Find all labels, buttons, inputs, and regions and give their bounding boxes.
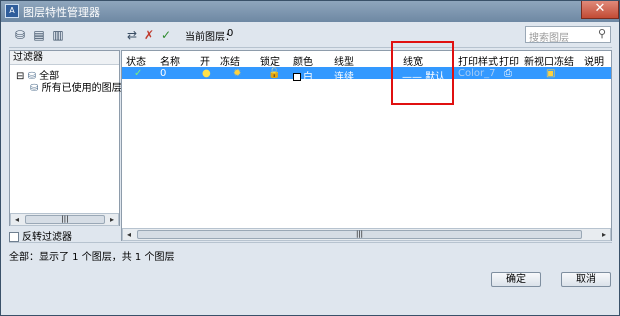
new-layer-icon[interactable]: ⇄ bbox=[123, 27, 141, 43]
sun-thawed-icon[interactable]: ✹ bbox=[233, 68, 241, 79]
column-header-plot[interactable]: 打印 bbox=[499, 53, 519, 68]
title-bar[interactable]: A 图层特性管理器 ✕ bbox=[1, 1, 619, 22]
column-header-name[interactable]: 名称 bbox=[160, 53, 180, 68]
scroll-left-icon[interactable]: ◂ bbox=[11, 214, 23, 225]
filter-header: 过滤器 bbox=[10, 51, 119, 65]
lightbulb-on-icon[interactable]: ● bbox=[202, 68, 211, 79]
layer-properties-window: A 图层特性管理器 ✕ ⛁ ▤ ▥ ⇄ ✗ ✓ 当前图层： 0 搜索图层 ⚲ 过… bbox=[0, 0, 620, 316]
filter-icon: ⛁ bbox=[30, 83, 39, 94]
invert-filter-checkbox[interactable]: 反转过滤器 bbox=[9, 228, 72, 243]
status-text: 全部：显示了 1 个图层，共 1 个图层 bbox=[9, 252, 175, 263]
scroll-thumb[interactable]: ||| bbox=[137, 230, 582, 239]
current-layer-value: 0 bbox=[227, 28, 234, 39]
toolbar-divider bbox=[9, 47, 612, 48]
delete-layer-icon[interactable]: ✗ bbox=[140, 27, 158, 43]
column-header-status[interactable]: 状态 bbox=[126, 53, 146, 68]
layer-name[interactable]: 0 bbox=[160, 68, 166, 79]
checkbox-icon[interactable] bbox=[9, 232, 19, 242]
set-current-icon[interactable]: ✓ bbox=[157, 27, 175, 43]
plot-style-value: Color_7 bbox=[458, 68, 496, 79]
column-header-linetype[interactable]: 线型 bbox=[334, 53, 354, 68]
filter-tree-panel: 过滤器 ⊟ ⛁ 全部 ⛁ 所有已使用的图层 ◂ ||| ▸ bbox=[9, 50, 122, 226]
scroll-left-icon[interactable]: ◂ bbox=[123, 229, 135, 240]
column-header-plot-style[interactable]: 打印样式 bbox=[458, 53, 498, 68]
color-name: 白 bbox=[303, 72, 313, 83]
ok-button[interactable]: 确定 bbox=[491, 272, 541, 287]
column-header-on[interactable]: 开 bbox=[200, 53, 210, 68]
scroll-right-icon[interactable]: ▸ bbox=[106, 214, 118, 225]
column-header-lock[interactable]: 锁定 bbox=[260, 53, 280, 68]
color-cell[interactable]: 白 bbox=[293, 68, 313, 83]
linetype-value[interactable]: 连续 bbox=[334, 68, 354, 83]
column-header-freeze[interactable]: 冻结 bbox=[220, 53, 240, 68]
viewport-freeze-icon[interactable]: ▣ bbox=[546, 68, 555, 79]
close-button[interactable]: ✕ bbox=[581, 1, 619, 19]
window-title: 图层特性管理器 bbox=[23, 6, 100, 19]
status-current-icon: ✓ bbox=[134, 68, 143, 79]
layer-states-icon[interactable]: ▥ bbox=[49, 27, 67, 43]
new-group-filter-icon[interactable]: ▤ bbox=[30, 27, 48, 43]
scroll-right-icon[interactable]: ▸ bbox=[598, 229, 610, 240]
filter-horizontal-scrollbar[interactable]: ◂ ||| ▸ bbox=[10, 213, 119, 226]
column-header-description[interactable]: 说明 bbox=[584, 53, 604, 68]
printer-icon[interactable]: ⎙ bbox=[504, 68, 512, 79]
highlight-annotation bbox=[391, 41, 454, 105]
status-divider bbox=[9, 242, 612, 243]
table-row[interactable] bbox=[122, 67, 611, 79]
column-header-vp-freeze[interactable]: 新视口冻结 bbox=[524, 53, 574, 68]
app-icon: A bbox=[5, 4, 19, 18]
search-icon[interactable]: ⚲ bbox=[598, 27, 610, 41]
tree-item-label: 所有已使用的图层 bbox=[41, 83, 122, 94]
scroll-thumb[interactable]: ||| bbox=[25, 215, 105, 224]
color-swatch-icon bbox=[293, 73, 301, 81]
tree-expander[interactable]: ⊟ bbox=[16, 71, 24, 82]
column-header-color[interactable]: 颜色 bbox=[293, 53, 313, 68]
tree-item-used-layers[interactable]: ⛁ 所有已使用的图层 bbox=[30, 79, 122, 94]
grid-horizontal-scrollbar[interactable]: ◂ ||| ▸ bbox=[122, 228, 611, 241]
cancel-button[interactable]: 取消 bbox=[561, 272, 611, 287]
unlock-icon[interactable]: 🔓 bbox=[268, 68, 280, 79]
new-property-filter-icon[interactable]: ⛁ bbox=[11, 27, 29, 43]
layer-grid: 状态 名称 开 冻结 锁定 颜色 线型 线宽 打印样式 打印 新视口冻结 说明 … bbox=[121, 50, 612, 241]
